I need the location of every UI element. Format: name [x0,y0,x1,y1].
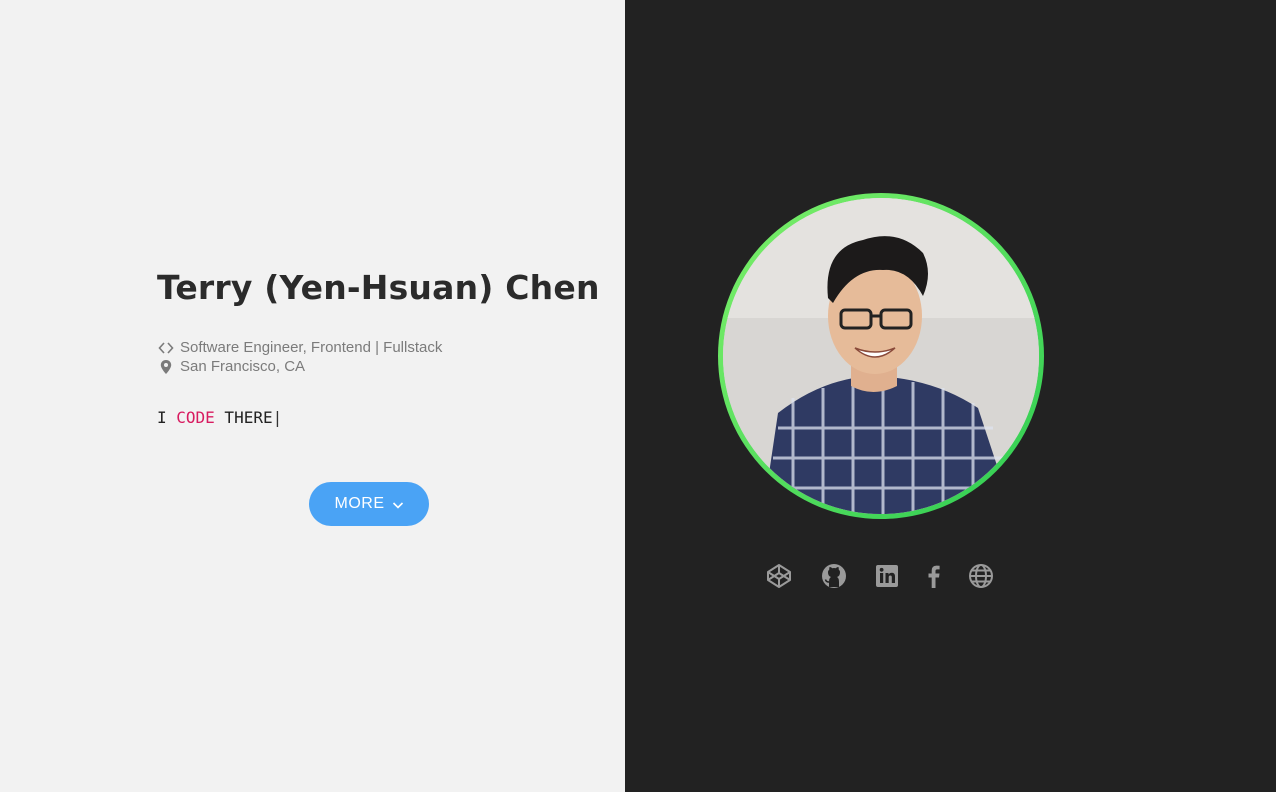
typed-tagline: I CODE THERE| [157,408,282,427]
typing-cursor: | [272,408,283,427]
code-icon [158,340,174,356]
location-text: San Francisco, CA [180,358,306,375]
linkedin-icon[interactable] [874,563,900,589]
typed-prefix: I [157,408,177,427]
avatar-ring [718,193,1044,519]
avatar [723,198,1039,514]
typed-suffix: THERE [214,408,273,427]
facebook-icon[interactable] [921,563,947,589]
typed-accent-word: CODE [176,408,215,427]
profile-name: Terry (Yen-Hsuan) Chen [157,268,600,307]
more-button[interactable]: MORE [309,482,429,526]
map-pin-icon [158,359,174,375]
more-button-label: MORE [334,495,385,512]
chevron-down-icon [392,498,404,510]
role-line: Software Engineer, Frontend | Fullstack [158,339,442,356]
globe-icon[interactable] [968,563,994,589]
github-icon[interactable] [821,563,847,589]
intro-panel [0,0,625,792]
avatar-photo [723,198,1039,514]
role-text: Software Engineer, Frontend | Fullstack [180,339,443,356]
codepen-icon[interactable] [766,563,792,589]
location-line: San Francisco, CA [158,358,305,375]
